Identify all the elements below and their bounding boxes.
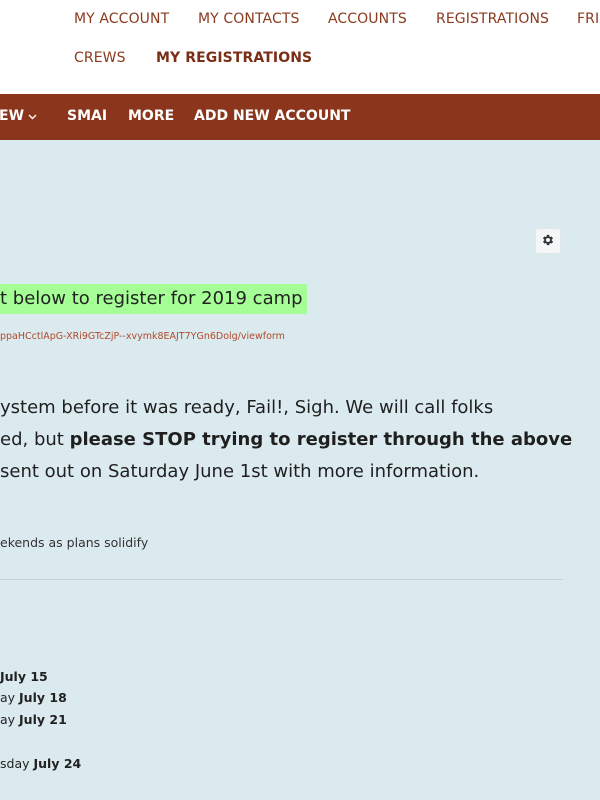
highlighted-headline: t below to register for 2019 camp xyxy=(0,284,307,314)
nav-fri[interactable]: FRI xyxy=(577,11,599,27)
gear-icon xyxy=(541,232,555,251)
date-item-1: July 15 xyxy=(0,669,48,684)
date-item-3: ay July 21 xyxy=(0,712,67,727)
date-item-2: ay July 18 xyxy=(0,690,67,705)
date-prefix: ay xyxy=(0,690,20,705)
divider xyxy=(0,579,563,580)
date-prefix: ay xyxy=(0,712,20,727)
nav-add-new-account[interactable]: ADD NEW ACCOUNT xyxy=(194,108,350,124)
date-value: July 24 xyxy=(33,756,82,771)
paragraph-line-3: sent out on Saturday June 1st with more … xyxy=(0,461,480,482)
nav-my-contacts[interactable]: MY CONTACTS xyxy=(198,11,299,27)
top-navigation: MY ACCOUNT MY CONTACTS ACCOUNTS REGISTRA… xyxy=(0,0,600,94)
nav-more[interactable]: MORE xyxy=(128,108,174,124)
settings-button[interactable] xyxy=(535,228,561,254)
date-prefix: sday xyxy=(0,756,34,771)
registration-form-link[interactable]: ppaHCctlApG-XRi9GTcZjP--xvymk8EAJT7YGn6D… xyxy=(0,331,285,342)
date-value: July 21 xyxy=(19,712,67,727)
nav-smai[interactable]: SMAI xyxy=(67,108,107,124)
date-item-4: sday July 24 xyxy=(0,756,81,771)
date-value: July 15 xyxy=(0,669,48,684)
nav-crews[interactable]: CREWS xyxy=(74,50,126,66)
nav-menu-dropdown[interactable]: EW xyxy=(0,108,37,124)
nav-my-registrations[interactable]: MY REGISTRATIONS xyxy=(156,50,312,66)
paragraph-line-1: ystem before it was ready, Fail!, Sigh. … xyxy=(0,397,494,418)
plans-note: ekends as plans solidify xyxy=(0,535,149,550)
paragraph-line-2-bold: please STOP trying to register through t… xyxy=(69,429,573,450)
nav-registrations[interactable]: REGISTRATIONS xyxy=(436,11,549,27)
date-value: July 18 xyxy=(19,690,67,705)
paragraph-line-2-text: ed, but xyxy=(0,429,70,450)
nav-my-account[interactable]: MY ACCOUNT xyxy=(74,11,169,27)
paragraph-line-2: ed, but please STOP trying to register t… xyxy=(0,429,572,450)
chevron-down-icon xyxy=(28,108,37,124)
nav-accounts[interactable]: ACCOUNTS xyxy=(328,11,407,27)
main-navigation-bar: EW SMAI MORE ADD NEW ACCOUNT xyxy=(0,94,600,140)
nav-menu-label: EW xyxy=(0,108,25,124)
